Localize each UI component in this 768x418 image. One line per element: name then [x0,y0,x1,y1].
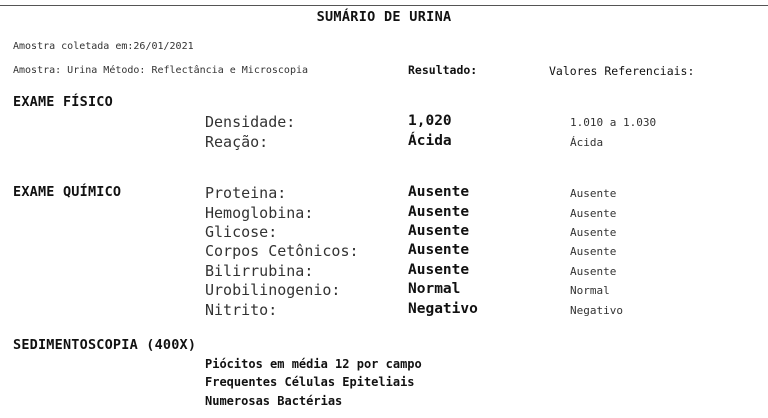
chemical-exam-heading: EXAME QUÍMICO [13,184,122,200]
chemical-row-result: Ausente [408,223,470,239]
chemical-row-label: Nitrito: [205,301,278,319]
sample-method: Amostra: Urina Método: Reflectância e Mi… [13,65,309,76]
reference-column-header: Valores Referenciais: [549,64,695,78]
sediment-line: Numerosas Bactérias [205,394,343,408]
chemical-row-result: Ausente [408,204,470,220]
report-title: SUMÁRIO DE URINA [316,9,452,25]
sediment-heading: SEDIMENTOSCOPIA (400X) [13,337,197,353]
sediment-line: Piócitos em média 12 por campo [205,357,422,371]
chemical-row-label: Bilirrubina: [205,262,314,280]
physical-row-result: 1,020 [408,113,452,129]
physical-row-reference: Ácida [570,136,604,149]
chemical-row-result: Ausente [408,184,470,200]
chemical-row-reference: Ausente [570,245,617,258]
chemical-row-label: Urobilinogenio: [205,281,341,299]
chemical-row-result: Ausente [408,242,470,258]
chemical-row-reference: Ausente [570,265,617,278]
chemical-row-label: Proteina: [205,184,287,202]
sediment-line: Frequentes Células Epiteliais [205,375,415,389]
chemical-row-reference: Negativo [570,304,623,317]
chemical-row-result: Normal [408,281,461,297]
top-rule [0,5,768,6]
chemical-row-label: Hemoglobina: [205,204,314,222]
chemical-row-reference: Normal [570,284,610,297]
physical-row-result: Ácida [408,133,452,149]
chemical-row-reference: Ausente [570,207,617,220]
physical-exam-heading: EXAME FÍSICO [13,94,113,110]
physical-row-reference: 1.010 a 1.030 [570,116,657,129]
collection-date: Amostra coletada em:26/01/2021 [13,41,194,52]
chemical-row-result: Ausente [408,262,470,278]
physical-row-label: Reação: [205,133,269,151]
chemical-row-reference: Ausente [570,226,617,239]
chemical-row-label: Corpos Cetônicos: [205,242,359,260]
chemical-row-result: Negativo [408,301,478,317]
result-column-header: Resultado: [408,63,478,77]
physical-row-label: Densidade: [205,113,296,131]
chemical-row-reference: Ausente [570,187,617,200]
chemical-row-label: Glicose: [205,223,278,241]
